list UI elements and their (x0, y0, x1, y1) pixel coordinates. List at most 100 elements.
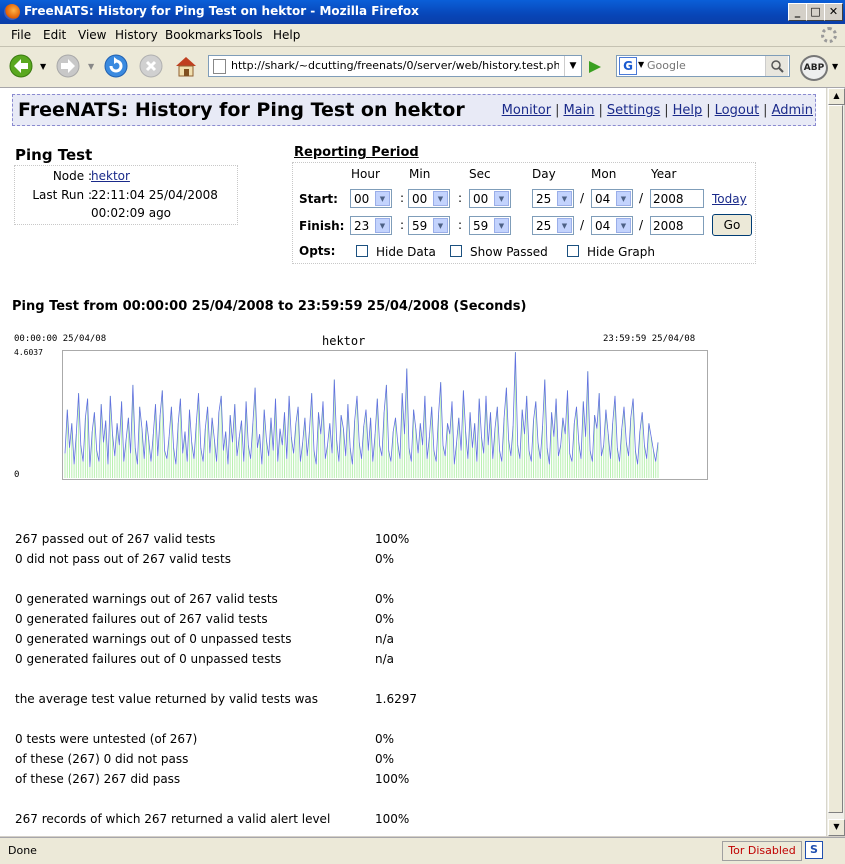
tor-status-button[interactable]: Tor Disabled (722, 841, 802, 861)
menu-edit[interactable]: Edit (43, 28, 66, 42)
url-bar[interactable]: ▼ (208, 55, 582, 77)
forward-icon[interactable] (55, 53, 83, 79)
menu-bar: File Edit View History Bookmarks Tools H… (0, 24, 845, 47)
start-mon-select[interactable]: 04 ▼ (591, 189, 633, 208)
today-link[interactable]: Today (712, 192, 747, 206)
finish-year-input[interactable] (650, 216, 704, 235)
col-sec: Sec (469, 167, 491, 181)
reload-icon[interactable] (103, 53, 131, 79)
search-icon[interactable] (765, 56, 788, 76)
stat-row: of these (267) 267 did pass 100% (15, 772, 409, 786)
hide-data-checkbox[interactable] (356, 245, 368, 257)
last-run-ago: 00:02:09 ago (91, 206, 172, 220)
finish-mon-select[interactable]: 04 ▼ (591, 216, 633, 235)
menu-tools[interactable]: Tools (233, 28, 263, 42)
url-input[interactable] (231, 57, 559, 73)
start-day-select[interactable]: 25 ▼ (532, 189, 574, 208)
stat-label: 0 generated warnings out of 0 unpassed t… (15, 632, 292, 646)
stat-label: 0 generated warnings out of 267 valid te… (15, 592, 278, 606)
url-dropdown-icon[interactable]: ▼ (564, 56, 581, 76)
search-input[interactable] (647, 57, 761, 73)
menu-history[interactable]: History (115, 28, 158, 42)
graph-start-label: 00:00:00 25/04/08 (14, 334, 107, 344)
navigation-toolbar: ▼ ▼ ▼ G ▼ ABP ▼ (0, 47, 845, 88)
vertical-scrollbar[interactable]: ▲ ▼ (826, 88, 845, 836)
stat-value: 100% (375, 812, 410, 826)
maximize-button[interactable]: □ (806, 3, 825, 21)
show-passed-label: Show Passed (470, 245, 548, 259)
nav-link-help[interactable]: Help (673, 103, 703, 118)
menu-file[interactable]: File (11, 28, 31, 42)
search-bar[interactable]: G ▼ (616, 55, 790, 77)
top-nav: Monitor | Main | Settings | Help | Logout | Admin (501, 103, 813, 118)
stat-row: 267 records of which 267 returned a vali… (15, 812, 409, 826)
minimize-button[interactable]: _ (788, 3, 807, 21)
stat-row: of these (267) 0 did not pass 0% (15, 752, 394, 766)
node-label: Node : (52, 169, 92, 183)
history-graph (62, 350, 708, 480)
graph-title: Ping Test from 00:00:00 25/04/2008 to 23… (12, 299, 527, 314)
menu-help[interactable]: Help (273, 28, 300, 42)
nav-link-logout[interactable]: Logout (715, 103, 760, 118)
scroll-down-icon[interactable]: ▼ (828, 819, 845, 836)
opts-label: Opts: (299, 244, 336, 258)
node-link[interactable]: hektor (91, 169, 130, 183)
status-text: Done (8, 844, 37, 857)
scroll-up-icon[interactable]: ▲ (828, 88, 845, 105)
finish-day-select[interactable]: 25 ▼ (532, 216, 574, 235)
reporting-period-title: Reporting Period (294, 145, 419, 160)
stop-icon[interactable] (138, 53, 166, 79)
abp-dropdown-icon[interactable]: ▼ (832, 62, 838, 71)
page-header: FreeNATS: History for Ping Test on hekto… (12, 94, 816, 126)
start-min-select[interactable]: 00 ▼ (408, 189, 450, 208)
stat-row: 0 generated failures out of 0 unpassed t… (15, 652, 394, 666)
stat-value: n/a (375, 652, 395, 666)
back-icon[interactable] (8, 53, 38, 79)
last-run-value: 22:11:04 25/04/2008 (91, 188, 218, 202)
search-engine-dropdown-icon[interactable]: ▼ (638, 60, 644, 69)
stat-label: 267 records of which 267 returned a vali… (15, 812, 331, 826)
close-button[interactable]: ✕ (824, 3, 843, 21)
stat-value: n/a (375, 632, 395, 646)
stat-row: 0 generated failures out of 267 valid te… (15, 612, 394, 626)
menu-view[interactable]: View (78, 28, 106, 42)
go-button[interactable]: Go (712, 214, 752, 236)
graph-end-label: 23:59:59 25/04/08 (603, 334, 696, 344)
home-icon[interactable] (173, 53, 201, 79)
start-label: Start: (299, 192, 338, 206)
finish-hour-select[interactable]: 23 ▼ (350, 216, 392, 235)
nav-link-admin[interactable]: Admin (772, 103, 813, 118)
google-icon[interactable]: G (619, 57, 637, 75)
stat-value: 0% (375, 592, 395, 606)
nav-link-settings[interactable]: Settings (607, 103, 660, 118)
stat-row: the average test value returned by valid… (15, 692, 417, 706)
hide-graph-checkbox[interactable] (567, 245, 579, 257)
stat-label: 0 generated failures out of 0 unpassed t… (15, 652, 282, 666)
si-icon[interactable]: S (805, 841, 823, 859)
start-sec-select[interactable]: 00 ▼ (469, 189, 511, 208)
show-passed-checkbox[interactable] (450, 245, 462, 257)
stat-label: 0 generated failures out of 267 valid te… (15, 612, 268, 626)
start-hour-select[interactable]: 00 ▼ (350, 189, 392, 208)
start-year-input[interactable] (650, 189, 704, 208)
stat-value: 0% (375, 612, 395, 626)
back-dropdown-icon[interactable]: ▼ (40, 62, 46, 71)
adblock-icon[interactable]: ABP (800, 55, 828, 81)
scroll-thumb[interactable] (828, 105, 843, 813)
finish-min-select[interactable]: 59 ▼ (408, 216, 450, 235)
stat-value: 0% (375, 552, 395, 566)
forward-dropdown-icon[interactable]: ▼ (88, 62, 94, 71)
throbber-icon (821, 27, 837, 43)
col-year: Year (651, 167, 677, 181)
menu-bookmarks[interactable]: Bookmarks (165, 28, 232, 42)
graph-node-label: hektor (322, 334, 366, 348)
stat-label: of these (267) 267 did pass (15, 772, 181, 786)
finish-sec-select[interactable]: 59 ▼ (469, 216, 511, 235)
page-title: FreeNATS: History for Ping Test on hekto… (18, 99, 465, 121)
nav-link-monitor[interactable]: Monitor (502, 103, 551, 118)
stat-row: 0 did not pass out of 267 valid tests 0% (15, 552, 394, 566)
go-arrow-icon[interactable] (586, 59, 604, 75)
finish-label: Finish: (299, 219, 345, 233)
stat-label: 0 did not pass out of 267 valid tests (15, 552, 232, 566)
nav-link-main[interactable]: Main (563, 103, 594, 118)
